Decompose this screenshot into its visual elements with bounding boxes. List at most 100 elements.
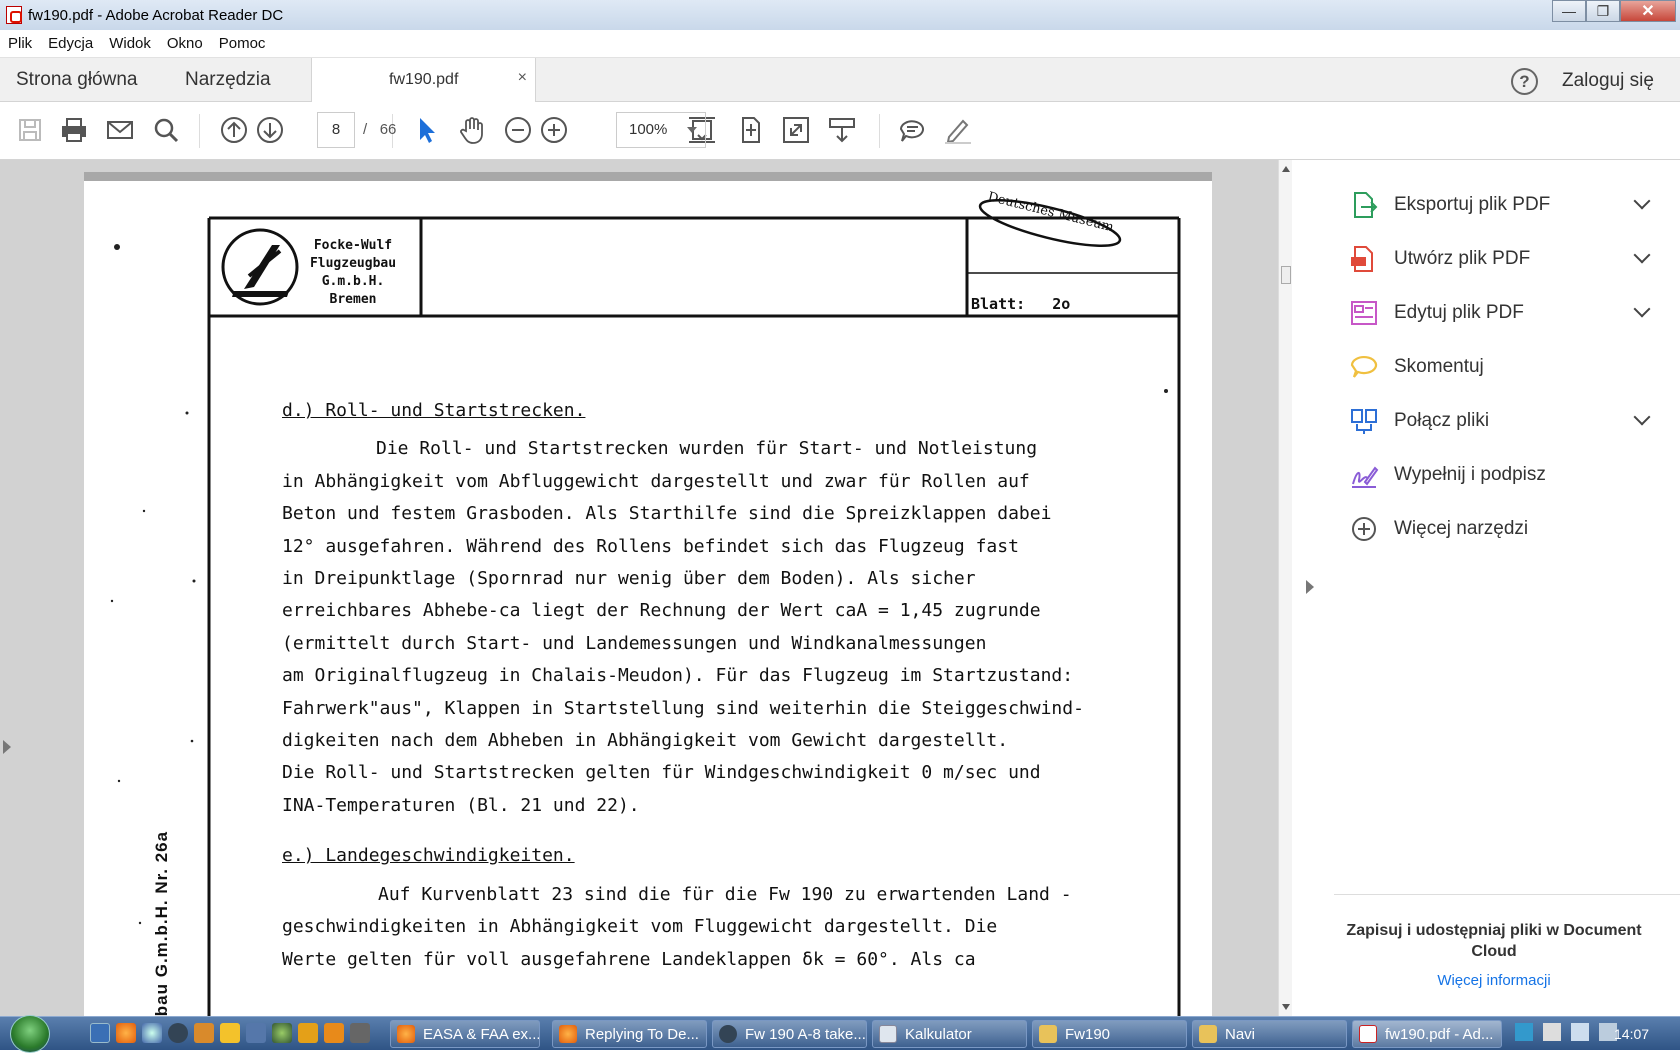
email-icon[interactable] bbox=[104, 114, 136, 146]
margin-note: ugbau G.m.b.H. Nr. 26a bbox=[152, 830, 171, 1016]
more-tools-icon bbox=[1348, 513, 1380, 545]
signin-button[interactable]: Zaloguj się bbox=[1562, 70, 1654, 92]
tools-pane: Eksportuj plik PDF Utwórz plik PDF Edytu… bbox=[1292, 160, 1680, 1016]
app-icon[interactable] bbox=[298, 1023, 318, 1043]
more-info-link[interactable]: Więcej informacji bbox=[1334, 972, 1654, 989]
next-page-icon[interactable] bbox=[254, 114, 286, 146]
sheet-value: 2o bbox=[1052, 295, 1071, 313]
start-button[interactable] bbox=[10, 1015, 50, 1053]
menu-plik[interactable]: Plik bbox=[8, 35, 32, 52]
taskbar-label: Navi bbox=[1225, 1025, 1256, 1043]
firefox-icon[interactable] bbox=[116, 1023, 136, 1043]
text-line: Die Roll- und Startstrecken gelten für W… bbox=[282, 762, 1041, 784]
chevron-down-icon[interactable] bbox=[1633, 300, 1651, 318]
tool-label: Połącz pliki bbox=[1394, 410, 1490, 431]
rotate-view-icon[interactable] bbox=[734, 114, 766, 146]
taskbar-label: Replying To De... bbox=[585, 1025, 699, 1043]
app-icon[interactable] bbox=[246, 1023, 266, 1043]
acrobat-icon bbox=[1359, 1025, 1377, 1043]
steam-icon[interactable] bbox=[168, 1023, 188, 1043]
page-number-input[interactable]: 8 bbox=[317, 112, 355, 148]
tools-pane-collapse-icon[interactable] bbox=[1306, 580, 1314, 594]
left-panel-expand-icon[interactable] bbox=[3, 740, 11, 754]
taskbar-button-active[interactable]: fw190.pdf - Ad... bbox=[1352, 1020, 1502, 1048]
vertical-scrollbar[interactable] bbox=[1278, 160, 1292, 1016]
tool-more-tools[interactable]: Więcej narzędzi bbox=[1348, 509, 1648, 549]
show-desktop-icon[interactable] bbox=[90, 1023, 110, 1043]
firefox-icon bbox=[397, 1025, 415, 1043]
tray-app-icon[interactable] bbox=[1515, 1023, 1533, 1041]
scroll-thumb[interactable] bbox=[1281, 266, 1291, 284]
tool-create-pdf[interactable]: Utwórz plik PDF bbox=[1348, 239, 1651, 279]
zoom-select[interactable]: 100% bbox=[616, 112, 706, 148]
scroll-mode-icon[interactable] bbox=[826, 114, 858, 146]
taskbar-label: EASA & FAA ex... bbox=[423, 1025, 540, 1043]
maximize-button[interactable]: ❐ bbox=[1586, 0, 1620, 22]
app-icon[interactable] bbox=[220, 1023, 240, 1043]
tool-export-pdf[interactable]: Eksportuj plik PDF bbox=[1348, 185, 1651, 225]
create-pdf-icon bbox=[1348, 243, 1380, 275]
text-line: in Abhängigkeit vom Abfluggewicht darges… bbox=[282, 470, 1030, 492]
minimize-button[interactable]: — bbox=[1552, 0, 1586, 22]
network-icon[interactable] bbox=[1571, 1023, 1589, 1041]
comment-tool-icon[interactable] bbox=[896, 114, 928, 146]
clock[interactable]: 14:07 bbox=[1614, 1026, 1649, 1042]
tool-combine-files[interactable]: Połącz pliki bbox=[1348, 401, 1651, 441]
taskbar-button[interactable]: EASA & FAA ex... bbox=[390, 1020, 540, 1048]
taskbar-button[interactable]: Fw 190 A-8 take... bbox=[712, 1020, 867, 1048]
close-window-button[interactable]: ✕ bbox=[1620, 0, 1676, 22]
select-cursor-icon[interactable] bbox=[410, 114, 442, 146]
chevron-down-icon[interactable] bbox=[1633, 192, 1651, 210]
tray-app-icon[interactable] bbox=[1543, 1023, 1561, 1041]
search-icon[interactable] bbox=[150, 114, 182, 146]
tool-edit-pdf[interactable]: Edytuj plik PDF bbox=[1348, 293, 1651, 333]
document-cloud-promo: Zapisuj i udostępniaj pliki w Document C… bbox=[1346, 922, 1642, 960]
close-tab-icon[interactable]: × bbox=[518, 69, 527, 87]
toolbar-separator bbox=[199, 114, 200, 148]
app-icon[interactable] bbox=[194, 1023, 214, 1043]
text-line: Auf Kurvenblatt 23 sind die für die Fw 1… bbox=[378, 883, 1072, 905]
taskbar-button[interactable]: Replying To De... bbox=[552, 1020, 707, 1048]
previous-page-icon[interactable] bbox=[218, 114, 250, 146]
page-total: / 66 bbox=[363, 121, 396, 138]
chevron-down-icon[interactable] bbox=[1633, 246, 1651, 264]
pen-tool-icon[interactable] bbox=[942, 114, 974, 146]
steam-icon bbox=[719, 1025, 737, 1043]
divider bbox=[1334, 894, 1680, 895]
scroll-up-icon[interactable] bbox=[1282, 166, 1290, 172]
thunderbird-icon[interactable] bbox=[142, 1023, 162, 1043]
text-line: erreichbares Abhebe-ca liegt der Rechnun… bbox=[282, 600, 1041, 622]
text-line: Die Roll- und Startstrecken wurden für S… bbox=[376, 438, 1038, 460]
zoom-out-icon[interactable] bbox=[502, 114, 534, 146]
print-icon[interactable] bbox=[58, 114, 90, 146]
menu-widok[interactable]: Widok bbox=[109, 35, 151, 52]
fill-sign-icon bbox=[1348, 459, 1380, 491]
taskbar-button[interactable]: Navi bbox=[1192, 1020, 1347, 1048]
toolbar-separator bbox=[879, 114, 880, 148]
menu-pomoc[interactable]: Pomoc bbox=[219, 35, 266, 52]
taskbar-button[interactable]: Kalkulator bbox=[872, 1020, 1027, 1048]
taskbar: EASA & FAA ex... Replying To De... Fw 19… bbox=[0, 1015, 1680, 1053]
tool-comment[interactable]: Skomentuj bbox=[1348, 347, 1648, 387]
menu-edycja[interactable]: Edycja bbox=[48, 35, 93, 52]
menu-okno[interactable]: Okno bbox=[167, 35, 203, 52]
edit-pdf-icon bbox=[1348, 297, 1380, 329]
tab-document[interactable]: fw190.pdf × bbox=[311, 58, 536, 102]
full-screen-icon[interactable] bbox=[780, 114, 812, 146]
app-icon[interactable] bbox=[272, 1023, 292, 1043]
chevron-down-icon[interactable] bbox=[1633, 408, 1651, 426]
hand-tool-icon[interactable] bbox=[456, 114, 488, 146]
comment-icon bbox=[1348, 351, 1380, 383]
app-icon[interactable] bbox=[350, 1023, 370, 1043]
scroll-down-icon[interactable] bbox=[1282, 1004, 1290, 1010]
help-icon[interactable]: ? bbox=[1511, 68, 1538, 95]
app-icon[interactable] bbox=[324, 1023, 344, 1043]
document-viewer[interactable]: Focke-Wulf Flugzeugbau G.m.b.H. Bremen D… bbox=[0, 160, 1292, 1016]
zoom-in-icon[interactable] bbox=[538, 114, 570, 146]
document-body: d.) Roll- und Startstrecken. Die Roll- u… bbox=[282, 395, 1142, 976]
tab-tools[interactable]: Narzędzia bbox=[185, 69, 271, 91]
tab-home[interactable]: Strona główna bbox=[16, 69, 137, 91]
save-icon[interactable] bbox=[14, 114, 46, 146]
taskbar-button[interactable]: Fw190 bbox=[1032, 1020, 1187, 1048]
tool-fill-sign[interactable]: Wypełnij i podpisz bbox=[1348, 455, 1648, 495]
